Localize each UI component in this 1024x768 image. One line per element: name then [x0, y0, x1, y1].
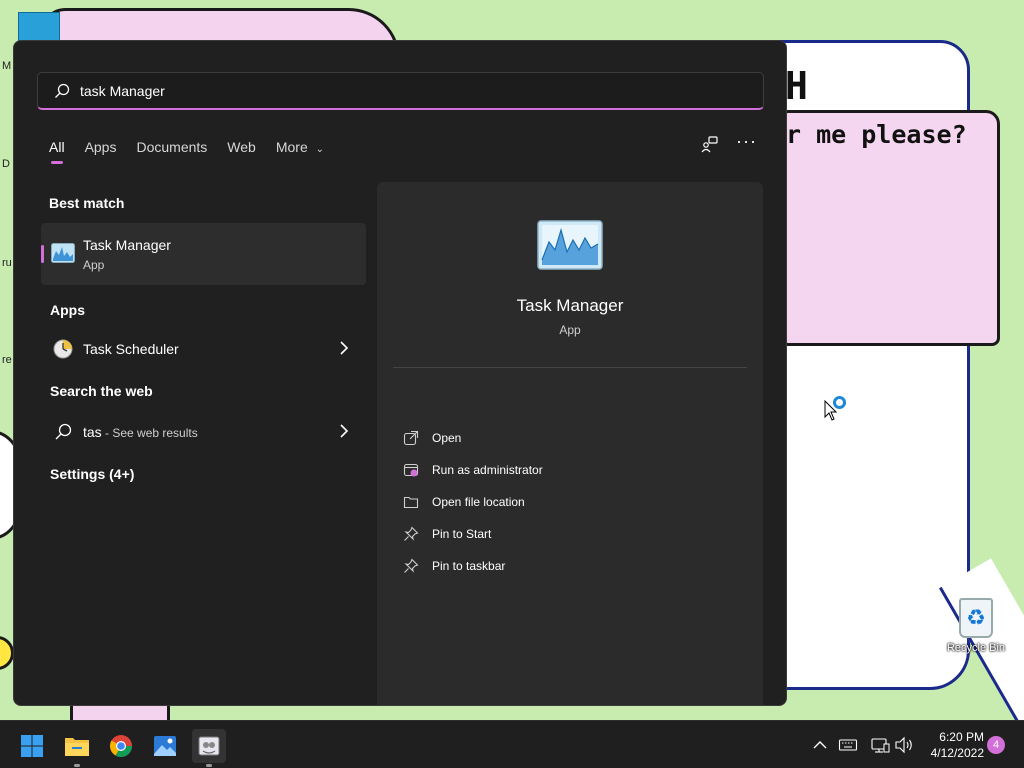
wallpaper-text: r me please?: [786, 120, 967, 149]
web-search-result[interactable]: tas - See web results: [41, 414, 366, 450]
shield-admin-icon: [403, 463, 419, 477]
taskbar: 6:20 PM 4/12/2022 4: [0, 720, 1024, 768]
start-button[interactable]: [15, 729, 49, 763]
clock[interactable]: 6:20 PM 4/12/2022: [924, 729, 984, 761]
keyboard-icon[interactable]: [838, 735, 858, 755]
list-item-task-scheduler[interactable]: Task Scheduler: [41, 331, 366, 367]
filter-tabs: All Apps Documents Web More ⌄: [49, 137, 344, 167]
result-detail-pane: Task Manager App Open Run as administrat…: [377, 182, 763, 705]
clock-icon: [53, 339, 73, 359]
open-external-icon: [403, 430, 419, 446]
recycle-bin-icon: ♻: [959, 598, 993, 638]
chevron-right-icon[interactable]: [338, 340, 350, 356]
section-heading-best-match: Best match: [49, 195, 125, 211]
paint-icon: [198, 736, 220, 756]
search-box[interactable]: [37, 72, 764, 110]
tab-web[interactable]: Web: [227, 137, 256, 167]
section-heading-apps: Apps: [50, 302, 85, 318]
search-icon: [55, 83, 70, 98]
detail-title: Task Manager: [516, 296, 624, 315]
tab-documents[interactable]: Documents: [136, 137, 207, 167]
action-label: Run as administrator: [432, 463, 543, 477]
desktop-icon-label[interactable]: ru: [2, 257, 12, 269]
running-indicator: [206, 764, 212, 767]
network-icon[interactable]: [870, 735, 890, 755]
tab-apps[interactable]: Apps: [85, 137, 117, 167]
desktop-icon-label[interactable]: D: [2, 158, 10, 170]
web-search-query: tas: [83, 424, 102, 440]
busy-spinner-icon: [833, 396, 846, 409]
taskbar-active-app[interactable]: [192, 729, 226, 767]
chevron-right-icon[interactable]: [338, 423, 350, 439]
taskbar-file-explorer[interactable]: [60, 729, 94, 767]
pin-icon: [404, 558, 419, 573]
section-heading-web: Search the web: [50, 383, 153, 399]
clock-date: 4/12/2022: [930, 746, 984, 760]
more-options-icon[interactable]: ···: [736, 132, 756, 154]
volume-icon[interactable]: [894, 735, 914, 755]
action-pin-to-taskbar[interactable]: Pin to taskbar: [403, 554, 505, 578]
running-indicator: [74, 764, 80, 767]
list-item-label: Task Scheduler: [83, 341, 179, 357]
clock-time: 6:20 PM: [939, 730, 984, 744]
desktop-icon-label[interactable]: re: [2, 354, 12, 366]
notification-badge[interactable]: 4: [987, 736, 1005, 754]
tab-more-label: More: [275, 139, 308, 155]
tab-more[interactable]: More ⌄: [276, 137, 324, 167]
section-heading-settings[interactable]: Settings (4+): [50, 466, 134, 482]
chevron-down-icon: ⌄: [315, 144, 325, 155]
action-run-as-administrator[interactable]: Run as administrator: [403, 458, 543, 482]
wallpaper-text: H: [785, 64, 808, 108]
pin-icon: [404, 526, 419, 541]
action-open[interactable]: Open: [403, 426, 461, 450]
action-open-file-location[interactable]: Open file location: [403, 490, 525, 514]
chrome-icon: [110, 735, 132, 757]
recycle-bin-label: Recycle Bin: [946, 642, 1006, 654]
action-label: Pin to taskbar: [432, 559, 506, 573]
start-search-panel: All Apps Documents Web More ⌄ ··· Best m…: [13, 40, 787, 706]
search-icon: [55, 423, 72, 440]
divider: [393, 367, 747, 368]
wallpaper-shape: [0, 636, 14, 670]
chevron-up-icon[interactable]: [810, 735, 830, 755]
web-search-suffix: - See web results: [101, 426, 198, 440]
photos-icon: [154, 736, 176, 756]
detail-type: App: [559, 323, 581, 337]
recycle-bin[interactable]: ♻ Recycle Bin: [944, 598, 1008, 654]
taskbar-photos[interactable]: [148, 729, 182, 763]
start-icon: [21, 735, 43, 757]
share-connect-icon[interactable]: [700, 134, 720, 154]
action-pin-to-start[interactable]: Pin to Start: [403, 522, 491, 546]
action-label: Open: [432, 431, 462, 445]
action-label: Open file location: [432, 495, 525, 509]
taskbar-chrome[interactable]: [104, 729, 138, 763]
task-manager-icon: [51, 243, 75, 263]
web-search-label: tas - See web results: [83, 424, 198, 440]
folder-icon: [403, 496, 419, 509]
best-match-title: Task Manager: [83, 237, 171, 253]
task-manager-icon: [537, 220, 603, 270]
action-label: Pin to Start: [432, 527, 492, 541]
file-explorer-icon: [65, 738, 89, 756]
best-match-type: App: [83, 258, 105, 272]
search-input[interactable]: [80, 82, 680, 99]
best-match-result[interactable]: Task Manager App: [41, 223, 366, 285]
desktop-icon-label[interactable]: M: [2, 60, 11, 72]
tab-all[interactable]: All: [49, 137, 65, 167]
